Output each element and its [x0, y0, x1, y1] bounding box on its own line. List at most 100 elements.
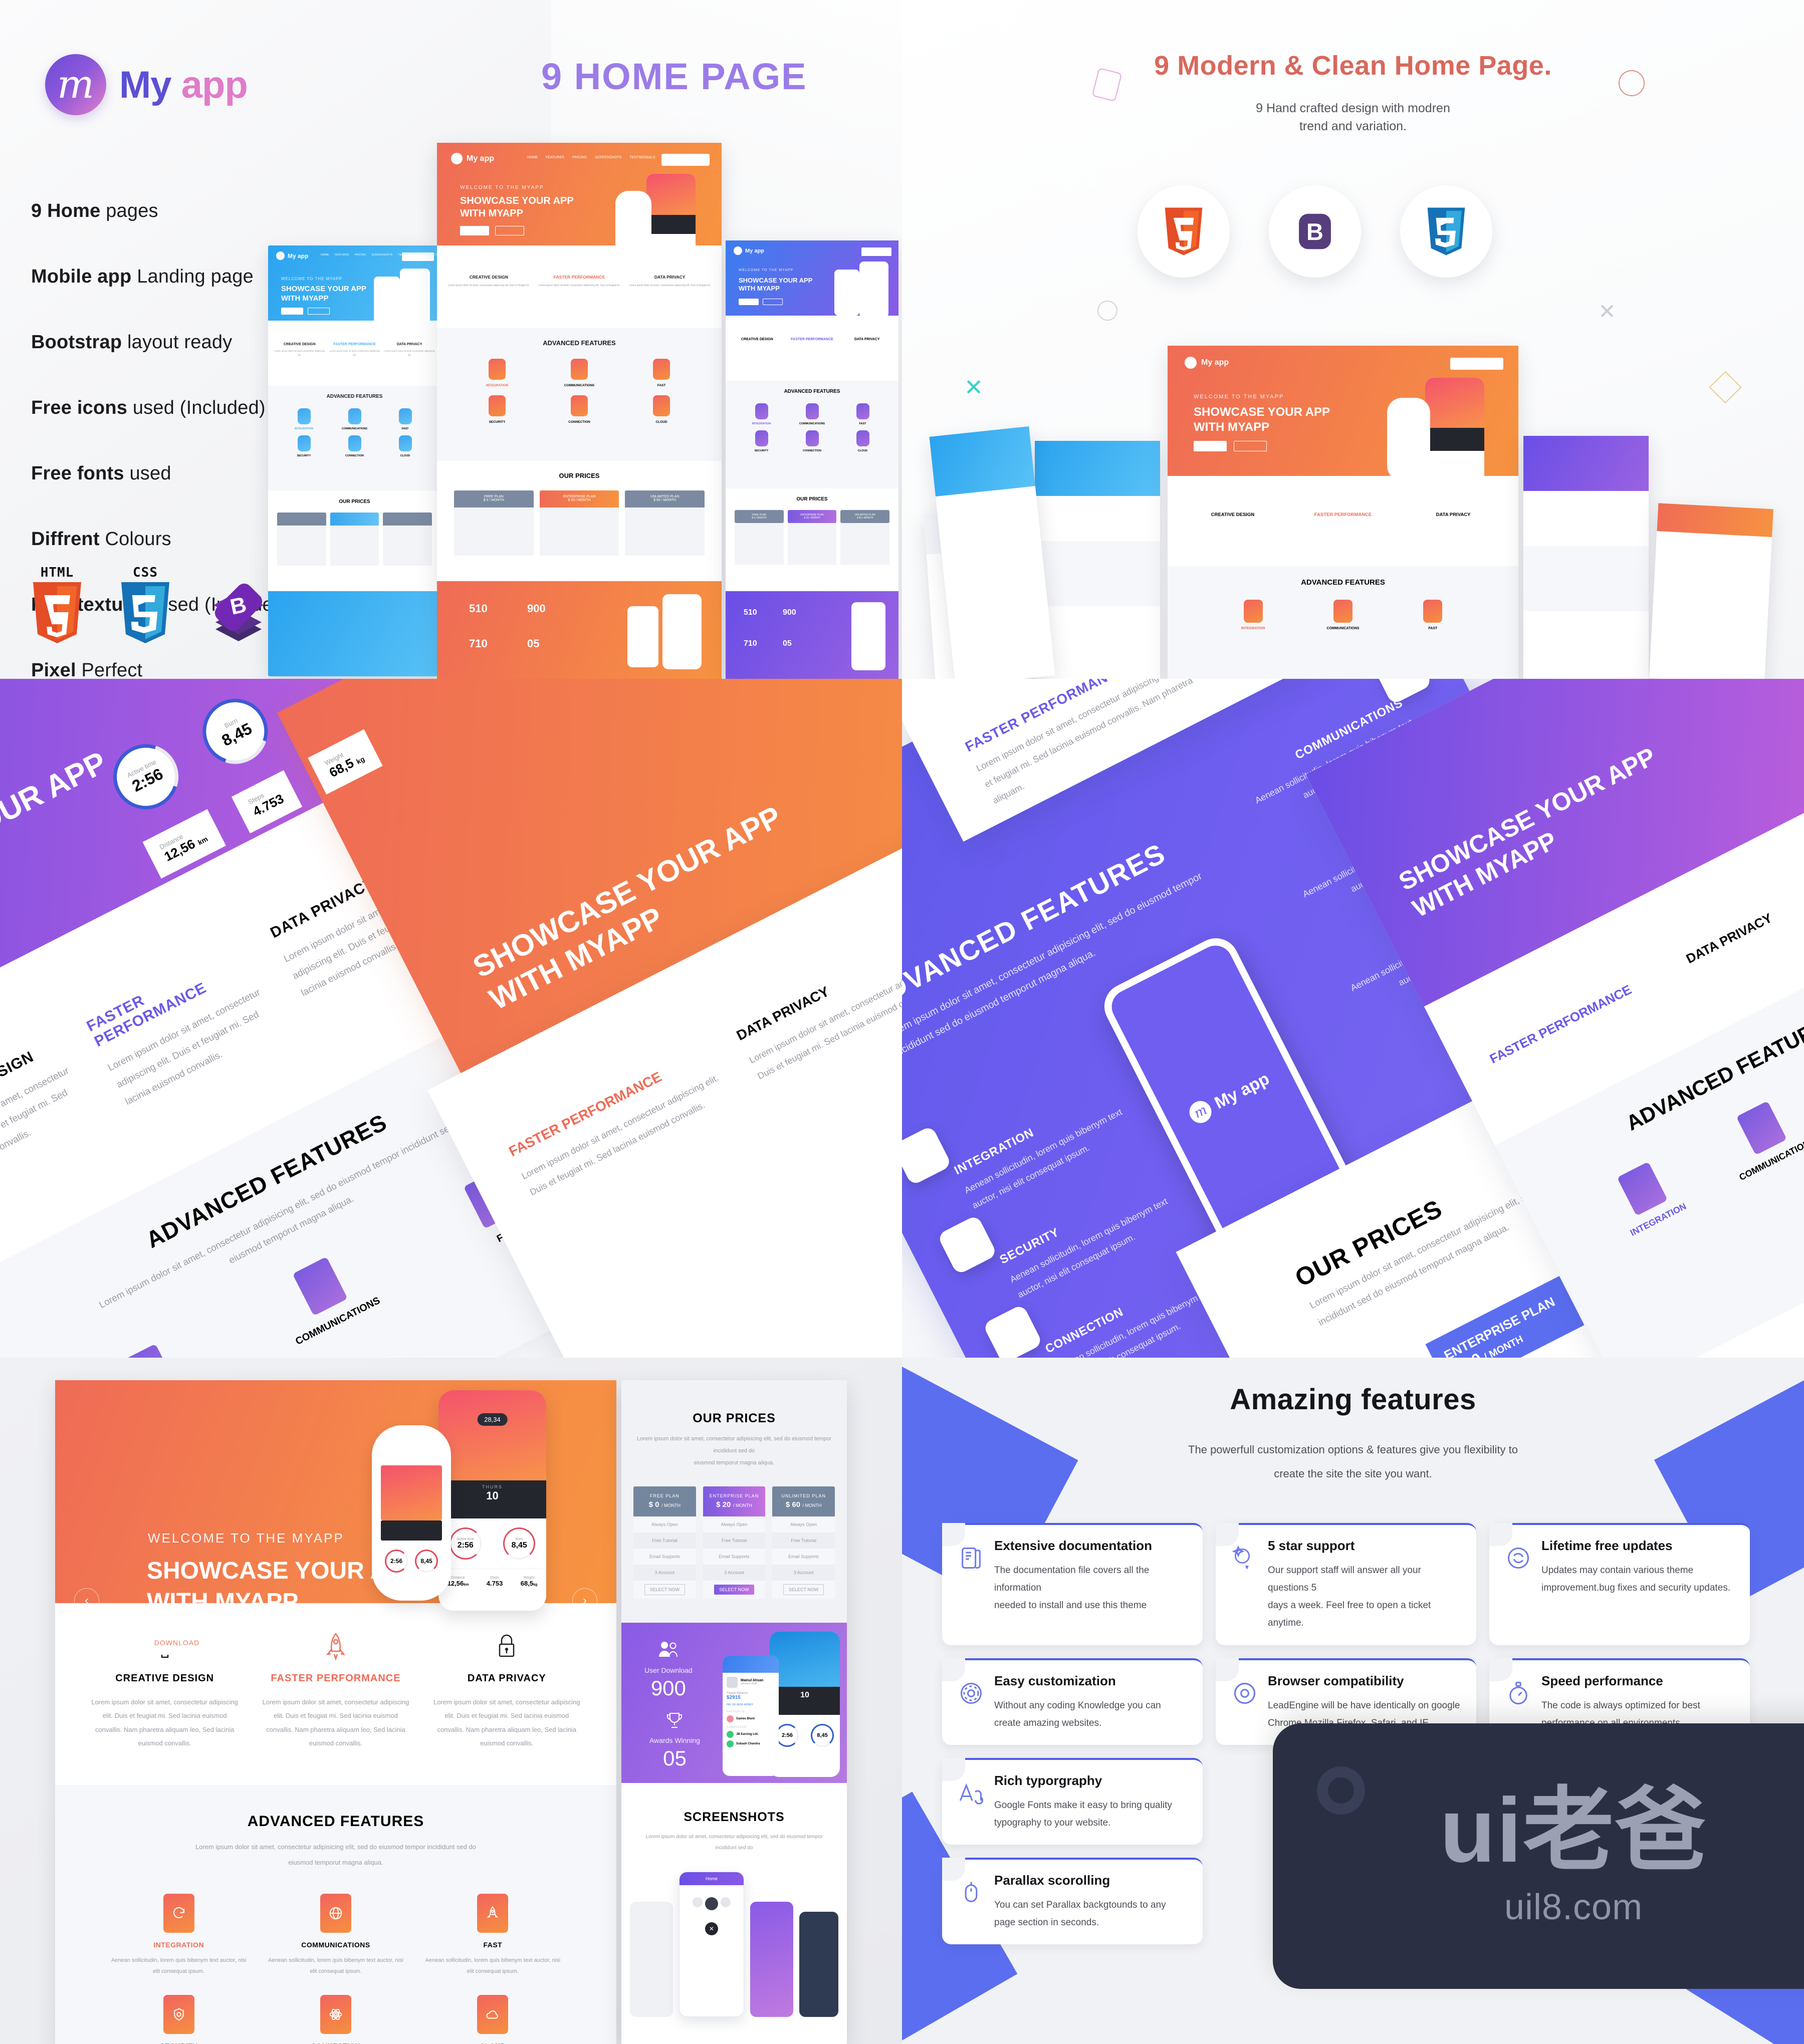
feature-title: FASTER PERFORMANCE: [271, 1673, 401, 1684]
stopwatch-icon: [1505, 1680, 1531, 1706]
watermark-brand: ui老爸: [1440, 1779, 1707, 1881]
list-title: FAVOURITE: [727, 1710, 745, 1713]
feature-card-updates[interactable]: Lifetime free updates Updates may contai…: [1489, 1523, 1750, 1645]
plan-price: $ 0: [648, 1500, 659, 1509]
mockup-landing-orange-large: WELCOME TO THE MYAPP SHOWCASE YOUR APP WI…: [55, 1380, 616, 2044]
feature-card-customization[interactable]: Easy customization Without any coding Kn…: [942, 1658, 1203, 1745]
advanced-item: INTEGRATION Aenean sollicitudin, lorem q…: [108, 1893, 250, 1977]
mockup-cluster-blue: [1035, 441, 1160, 681]
brand-name-part1: My: [119, 63, 172, 106]
advanced-item: CLOUD Aenean sollicitudin, lorem quis bi…: [422, 1994, 564, 2044]
plan-row: Free Tutorial: [772, 1532, 835, 1549]
card-body: Our support staff will answer all your q…: [1268, 1565, 1431, 1629]
typography-icon: [958, 1780, 984, 1806]
hero-eyebrow: WELCOME TO THE MYAPP: [148, 1530, 344, 1546]
plan-row: Email Supports: [703, 1548, 766, 1565]
plan-row: Free Tutorial: [703, 1532, 766, 1549]
prices-title: OUR PRICES: [693, 1411, 776, 1425]
advanced-item: FAST Aenean sollicitudin, lorem quis bib…: [422, 1893, 564, 1977]
plan-row: Always Open: [772, 1516, 835, 1532]
advanced-title: SECURITY: [108, 2042, 250, 2044]
contact-joined: Joined in 2018: [741, 1682, 757, 1686]
plan-row: Always Open: [703, 1516, 766, 1532]
carousel-next-button[interactable]: ›: [572, 1588, 597, 1613]
card-body: Without any coding Knowledge you can crea…: [994, 1700, 1161, 1728]
send-money-button[interactable]: PAY OR SEND MONEY: [727, 1703, 775, 1706]
circle-decoration-icon: [1619, 70, 1645, 96]
plan-row: Email Supports: [772, 1548, 835, 1565]
cloud-icon: [477, 1994, 509, 2034]
rocket-icon: [477, 1893, 509, 1933]
feature-card-parallax[interactable]: Parallax scorolling You can set Parallax…: [942, 1858, 1203, 1945]
advanced-title: INTEGRATION: [153, 1940, 204, 1949]
feature-body: Lorem ipsum dolor sit amet, consectetur …: [262, 1698, 409, 1747]
plan-period: / MONTH: [802, 1502, 822, 1508]
download-android-button[interactable]: DOWNLOAD: [225, 1631, 285, 1655]
browser-icon: [1232, 1680, 1258, 1706]
download-ios-button[interactable]: DOWNLOAD: [147, 1631, 207, 1655]
card-title: Lifetime free updates: [1541, 1538, 1673, 1553]
stat-value: 900: [650, 1676, 686, 1700]
bootstrap-logo: B: [206, 565, 264, 643]
camera-lens-icon: [1317, 1766, 1365, 1815]
contact-name: Mainul Ahsan: [741, 1679, 764, 1683]
amazing-features-subtitle: The powerfull customization options & fe…: [1188, 1443, 1518, 1480]
stat-label: Awards Winning: [649, 1736, 700, 1744]
bottom-left-group: WELCOME TO THE MYAPP SHOWCASE YOUR APP WI…: [0, 1358, 902, 2044]
hero-right-subtitle: 9 Hand crafted design with modren trend …: [1256, 101, 1450, 134]
svg-text:B: B: [1306, 218, 1323, 245]
card-body: Updates may contain various theme improve…: [1541, 1565, 1731, 1594]
card-title: Parallax scorolling: [994, 1873, 1110, 1888]
card-title: Extensive documentation: [994, 1538, 1152, 1553]
phone-home-title: Home: [680, 1872, 744, 1885]
star-support-icon: [1232, 1545, 1258, 1571]
plan-row: Always Open: [633, 1516, 696, 1532]
plan-cta[interactable]: SELECT NOW: [644, 1584, 685, 1595]
lock-icon: [499, 1634, 515, 1657]
showcase-row-rotated: SHOWCASE YOUR APPWITH MYAPP CREATIVE DES…: [0, 679, 1804, 1358]
card-title: 5 star support: [1268, 1538, 1355, 1553]
card-title: Browser compatibility: [1268, 1673, 1404, 1688]
brand-logo: m My app: [45, 54, 248, 115]
pricing-card: UNLIMITED PLAN $ 60 / MONTH Always Open …: [772, 1486, 835, 1599]
plan-cta[interactable]: SELECT NOW: [714, 1584, 754, 1595]
x-gray-decoration-icon: ✕: [1598, 300, 1616, 323]
advanced-item: CONNECTION Aenean sollicitudin, lorem qu…: [265, 1994, 406, 2044]
pricing-card: FREE PLAN $ 0 / MONTH Always Open Free T…: [633, 1486, 696, 1599]
refresh-cycle-icon: [1505, 1545, 1531, 1571]
list-row: Subash Chandra: [736, 1742, 760, 1745]
mockup-cluster-right-edge: [1649, 503, 1774, 684]
card-body: Google Fonts make it easy to bring quali…: [994, 1800, 1172, 1828]
plan-row: 3 Account: [633, 1564, 696, 1581]
section-sub-l2: eiusmod temporut magna aliqua.: [288, 1859, 383, 1867]
plan-row: Free Tutorial: [633, 1532, 696, 1549]
advanced-grid: INTEGRATION Aenean sollicitudin, lorem q…: [55, 1871, 616, 2044]
brand-name: My app: [119, 63, 248, 107]
feature-card-support[interactable]: 5 star support Our support staff will an…: [1216, 1523, 1476, 1645]
css3-logo: CSS: [118, 565, 172, 643]
mockup-home-orange: My app HOME FEATURES PRICING SCREENSHOTS T…: [437, 143, 722, 679]
list-item: 9 Home pages: [31, 200, 158, 221]
card-body: The documentation file covers all the in…: [994, 1565, 1150, 1611]
circle-gray-decoration-icon: [1097, 301, 1117, 321]
mockup-prices-strip: OUR PRICES Lorem ipsum dolor sit amet, c…: [621, 1380, 847, 2044]
list-row: Games Blunt: [736, 1717, 755, 1720]
feature-card-documentation[interactable]: Extensive documentation The documentatio…: [942, 1523, 1203, 1645]
plan-name: UNLIMITED PLAN: [781, 1493, 826, 1498]
documentation-icon: [958, 1545, 984, 1571]
watermark-url: uil8.com: [1504, 1887, 1643, 1927]
card-body: You can set Parallax backgtounds to any p…: [994, 1900, 1166, 1928]
feature-card-typography[interactable]: Rich typorgraphy Google Fonts make it ea…: [942, 1757, 1203, 1845]
carousel-prev-button[interactable]: ‹: [74, 1588, 99, 1613]
plan-price: $ 20: [716, 1500, 731, 1509]
bootstrap-badge: B: [1269, 185, 1361, 278]
screenshots-sub: Lorem ipsum dolor sit amet, consectetur …: [645, 1834, 823, 1851]
advanced-title: FAST: [483, 1940, 503, 1949]
section-title: ADVANCED FEATURES: [247, 1813, 424, 1830]
feature-body: Lorem ipsum dolor sit amet, consectetur …: [91, 1698, 238, 1747]
plan-name: ENTERPRISE PLAN: [709, 1493, 759, 1498]
prices-sub-l2: eiusmod temporut magna aliqua.: [694, 1460, 775, 1466]
plan-cta[interactable]: SELECT NOW: [783, 1584, 824, 1595]
mouse-icon: [958, 1880, 984, 1906]
bootstrap-icon: B: [206, 582, 264, 643]
